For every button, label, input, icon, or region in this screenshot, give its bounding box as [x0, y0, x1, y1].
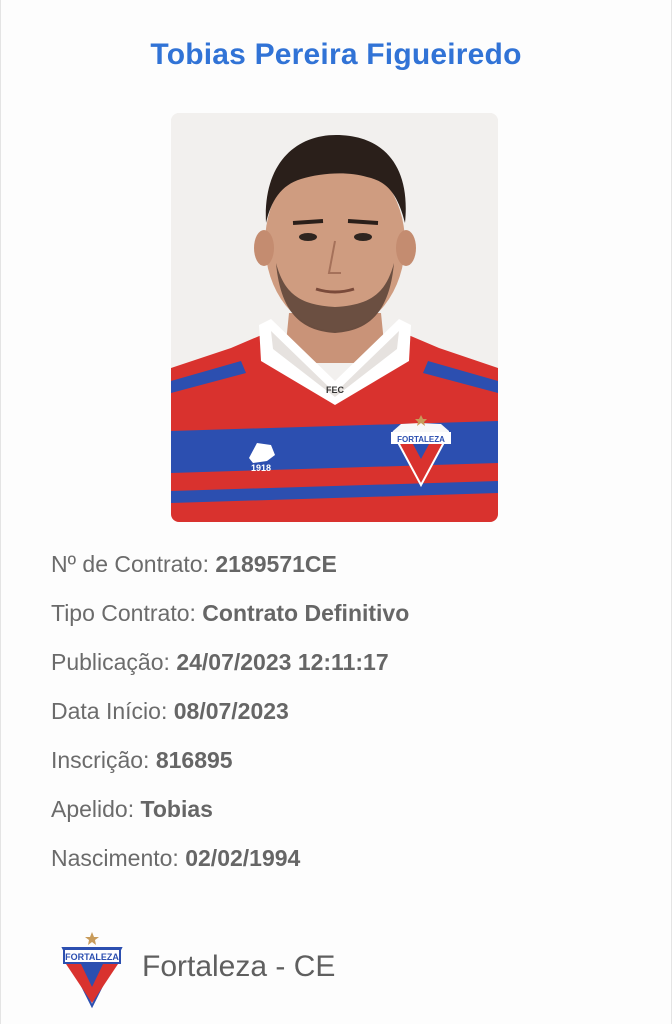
nickname-label: Apelido: — [51, 796, 141, 822]
publication-label: Publicação: — [51, 649, 177, 675]
birth-date-value: 02/02/1994 — [185, 845, 301, 871]
page-frame: Tobias Pereira Figueiredo FEC 1918 FORTA… — [0, 0, 672, 1024]
start-date-value: 08/07/2023 — [173, 698, 289, 724]
jersey-chest-text: FEC — [326, 385, 345, 395]
contract-type-value: Contrato Definitivo — [202, 600, 410, 626]
jersey-crest-text: FORTALEZA — [397, 435, 445, 444]
contract-number-row: Nº de Contrato: 2189571CE — [51, 544, 631, 593]
registration-label: Inscrição: — [51, 747, 156, 773]
nickname-value: Tobias — [140, 796, 213, 822]
contract-type-row: Tipo Contrato: Contrato Definitivo — [51, 593, 631, 642]
contract-details: Nº de Contrato: 2189571CE Tipo Contrato:… — [51, 544, 631, 887]
club-crest-icon: FORTALEZA — [61, 932, 123, 1009]
birth-date-label: Nascimento: — [51, 845, 186, 871]
registration-value: 816895 — [155, 747, 233, 773]
start-date-row: Data Início: 08/07/2023 — [51, 691, 631, 740]
contract-type-label: Tipo Contrato: — [51, 600, 203, 626]
club-info: FORTALEZA Fortaleza - CE — [61, 930, 561, 1010]
contract-number-value: 2189571CE — [215, 551, 337, 577]
birth-date-row: Nascimento: 02/02/1994 — [51, 838, 631, 887]
publication-row: Publicação: 24/07/2023 12:11:17 — [51, 642, 631, 691]
nickname-row: Apelido: Tobias — [51, 789, 631, 838]
contract-number-label: Nº de Contrato: — [51, 551, 216, 577]
lion-text: 1918 — [251, 463, 271, 473]
publication-value: 24/07/2023 12:11:17 — [176, 649, 389, 675]
registration-row: Inscrição: 816895 — [51, 740, 631, 789]
start-date-label: Data Início: — [51, 698, 174, 724]
player-photo: FEC 1918 FORTALEZA — [171, 113, 498, 522]
club-crest-text: FORTALEZA — [65, 952, 119, 962]
club-name: Fortaleza - CE — [142, 950, 336, 983]
player-name: Tobias Pereira Figueiredo — [150, 38, 522, 71]
